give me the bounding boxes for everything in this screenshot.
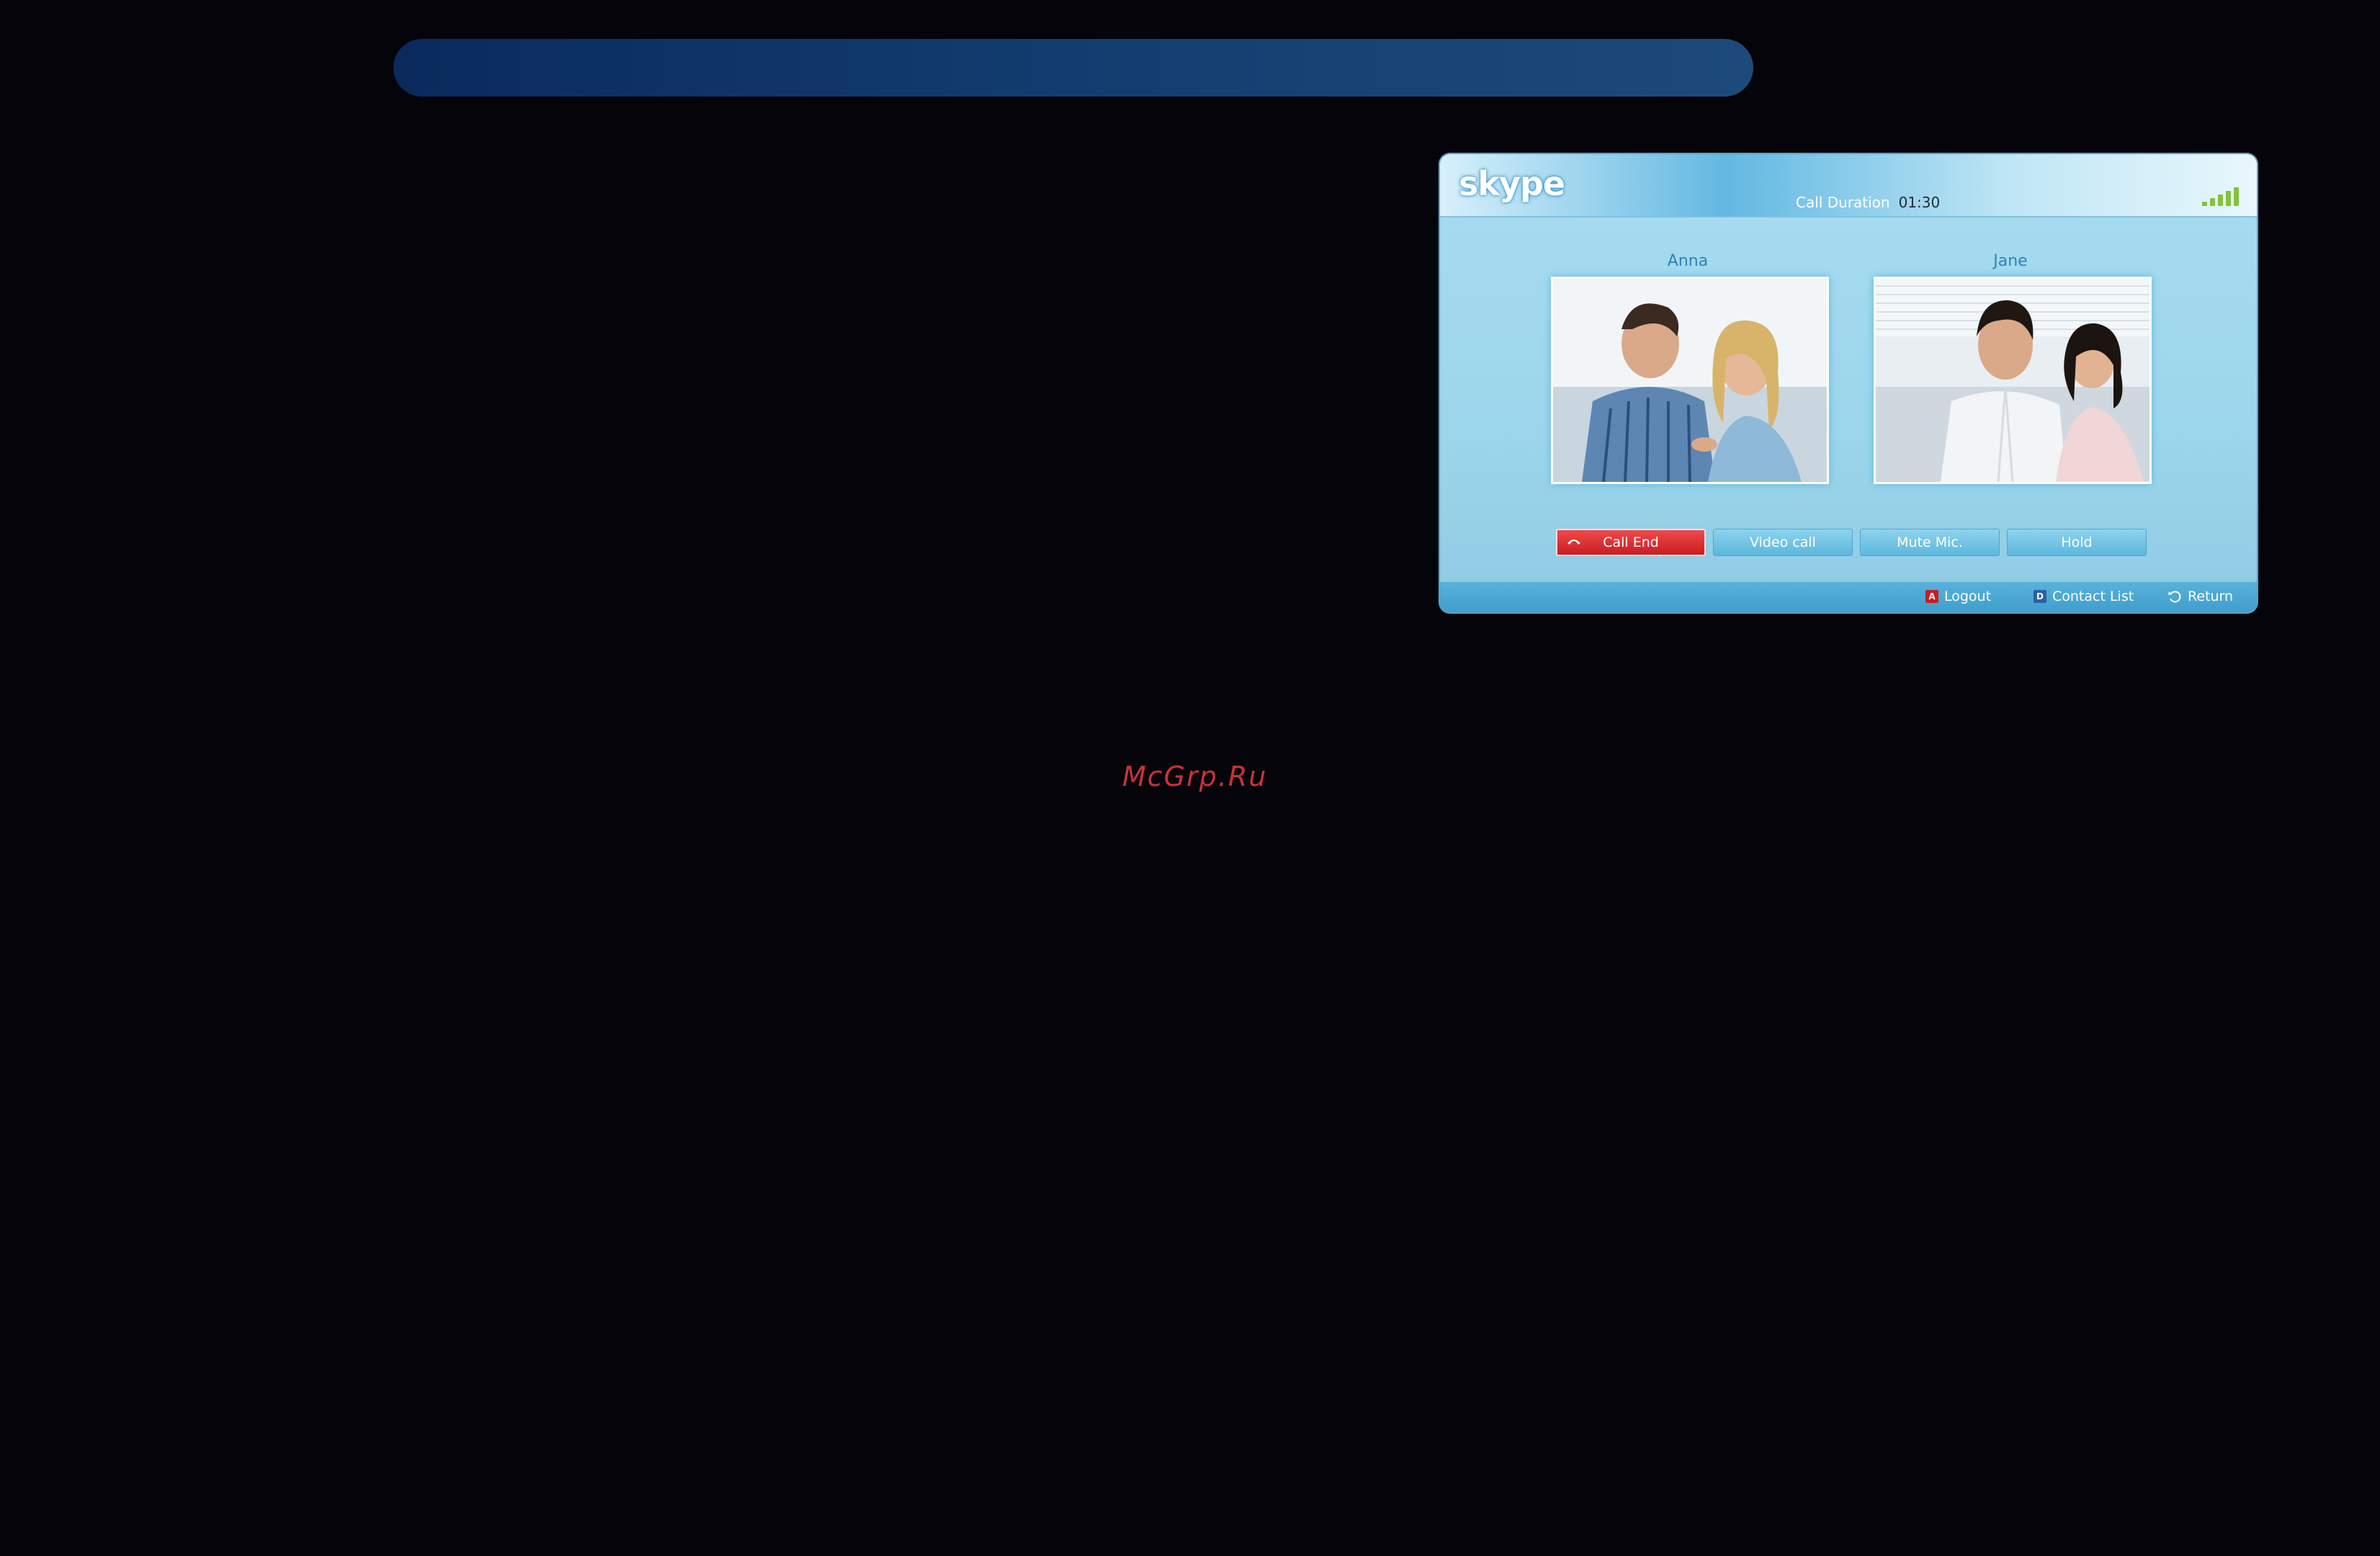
video-call-button[interactable]: Video call bbox=[1713, 529, 1853, 556]
signal-bar bbox=[2218, 194, 2223, 206]
hold-button[interactable]: Hold bbox=[2007, 529, 2147, 556]
signal-strength-icon bbox=[2202, 187, 2242, 206]
return-label: Return bbox=[2188, 589, 2234, 604]
logout-label: Logout bbox=[1944, 589, 1992, 604]
call-end-button[interactable]: Call End bbox=[1556, 529, 1706, 556]
participant-name-anna: Anna bbox=[1667, 252, 1709, 270]
skype-call-panel: skype Call Duration 01:30 Anna Jane Call… bbox=[1440, 154, 2257, 612]
signal-bar bbox=[2210, 198, 2215, 206]
video-call-label: Video call bbox=[1750, 535, 1816, 550]
video-feed-anna[interactable] bbox=[1551, 277, 1829, 484]
logout-action[interactable]: A Logout bbox=[1925, 589, 1991, 604]
watermark: McGrp.Ru bbox=[1122, 761, 1268, 792]
participant-name-jane: Jane bbox=[1993, 252, 2028, 270]
video-feed-jane[interactable] bbox=[1874, 277, 2152, 484]
contact-list-label: Contact List bbox=[2052, 589, 2134, 604]
top-banner-bar bbox=[393, 39, 1753, 97]
video-feed-couple-icon bbox=[1553, 279, 1827, 482]
call-end-label: Call End bbox=[1603, 535, 1659, 550]
mute-mic-label: Mute Mic. bbox=[1897, 535, 1963, 550]
call-controls: Call End Video call Mute Mic. Hold bbox=[1556, 529, 2147, 556]
return-action[interactable]: Return bbox=[2168, 589, 2233, 604]
hang-up-phone-icon bbox=[1567, 540, 1580, 545]
call-duration-value: 01:30 bbox=[1898, 194, 1941, 211]
d-key-icon: D bbox=[2034, 590, 2046, 603]
contact-list-action[interactable]: D Contact List bbox=[2034, 589, 2134, 604]
return-icon bbox=[2168, 591, 2181, 603]
call-duration: Call Duration 01:30 bbox=[1796, 192, 1940, 213]
video-feed-couple-icon bbox=[1876, 279, 2149, 482]
skype-logo: skype bbox=[1459, 164, 1565, 203]
a-key-icon: A bbox=[1925, 590, 1938, 603]
panel-header: skype Call Duration 01:30 bbox=[1440, 154, 2257, 218]
call-duration-label: Call Duration bbox=[1796, 194, 1890, 211]
page: skype Call Duration 01:30 Anna Jane Call… bbox=[0, 0, 2380, 1556]
mute-mic-button[interactable]: Mute Mic. bbox=[1860, 529, 2000, 556]
hold-label: Hold bbox=[2061, 535, 2093, 550]
signal-bar bbox=[2234, 187, 2239, 206]
signal-bar bbox=[2226, 191, 2231, 206]
signal-bar bbox=[2202, 202, 2207, 206]
panel-footer: A Logout D Contact List Return bbox=[1440, 582, 2257, 612]
